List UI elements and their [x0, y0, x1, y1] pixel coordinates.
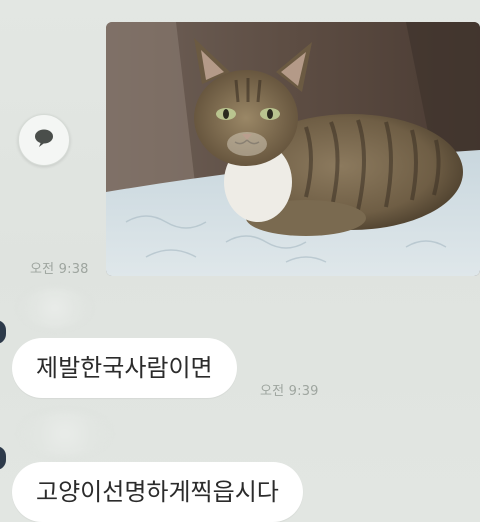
avatar[interactable] [0, 320, 6, 344]
text-message-bubble[interactable]: 고양이선명하게찍읍시다 [12, 462, 303, 522]
sender-name-blurred [20, 288, 90, 328]
photo-message[interactable] [106, 22, 480, 276]
message-timestamp: 오전 9:39 [260, 384, 319, 399]
avatar[interactable] [0, 446, 6, 470]
chat-room: 오전 9:38 제발한국사람이면 오전 9:39 고양이선명하게찍읍시다 [0, 0, 480, 522]
cat-photo [106, 22, 480, 276]
sender-name-blurred [20, 412, 110, 456]
share-button[interactable] [18, 114, 70, 166]
speech-bubble-icon [33, 128, 55, 152]
text-message-bubble[interactable]: 제발한국사람이면 [12, 338, 237, 398]
message-timestamp: 오전 9:38 [30, 262, 89, 277]
